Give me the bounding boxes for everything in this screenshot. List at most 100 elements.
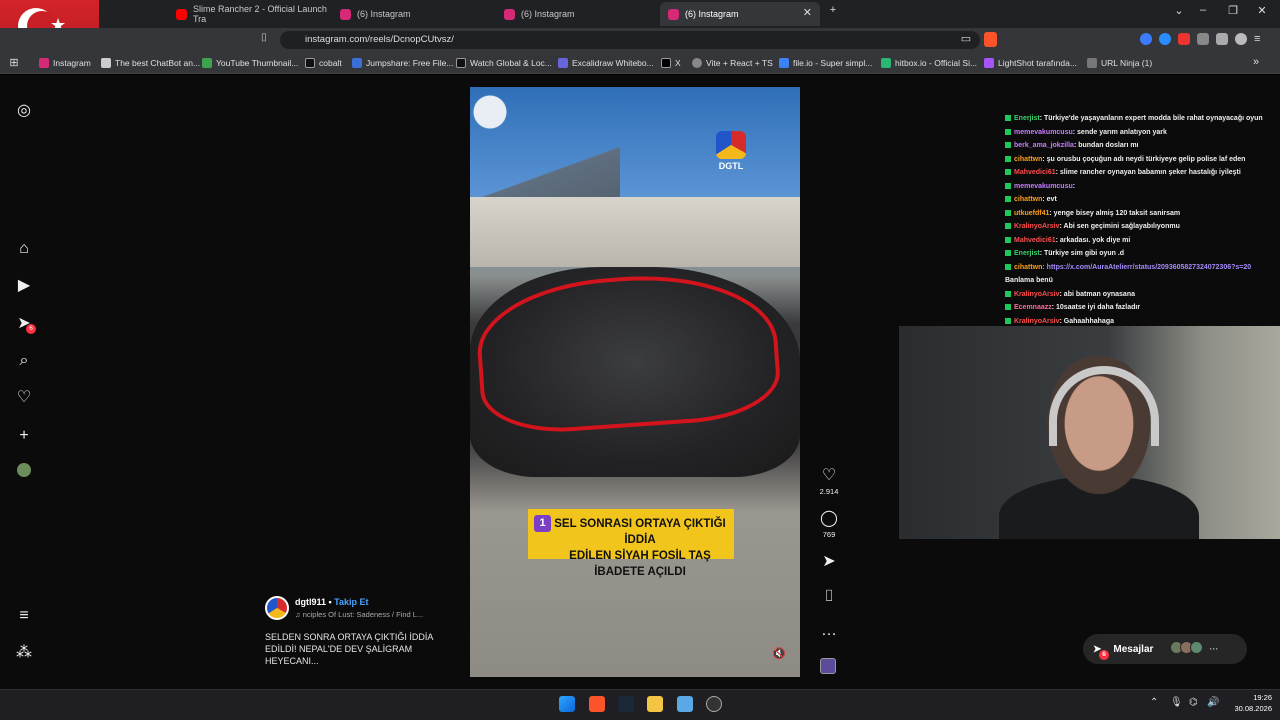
bookmark-lightshot[interactable]: LightShot tarafında... — [984, 55, 1077, 71]
new-tab-button[interactable]: + — [823, 4, 843, 16]
url-field[interactable]: instagram.com/reels/DcnopCUtvsz/ — [280, 31, 980, 49]
chat-badge-icon — [1005, 263, 1011, 270]
chat-message: memevakumcusu: — [1000, 180, 1280, 194]
minimize-button[interactable]: – — [1193, 4, 1213, 16]
tab-instagram-active[interactable]: (6) Instagram ✕ — [660, 2, 820, 26]
apps-grid-icon[interactable]: ⊞ — [4, 56, 24, 69]
direct-messages-icon[interactable]: ➤ 6 — [14, 314, 36, 334]
tab-instagram-1[interactable]: (6) Instagram — [332, 2, 492, 26]
home-icon[interactable]: ⌂ — [14, 239, 34, 259]
tab-instagram-2[interactable]: (6) Instagram — [496, 2, 656, 26]
more-menu-icon[interactable]: ≡ — [14, 606, 34, 626]
also-from-meta-icon[interactable]: ⁂ — [14, 643, 34, 663]
music-info[interactable]: ♫ nciples Of Lust: Sadeness / Find L... — [295, 610, 430, 619]
chatbot-icon — [101, 58, 111, 68]
ellipsis-icon: ··· — [1209, 644, 1219, 654]
bookmark-icon[interactable]: ⌷ — [254, 32, 274, 45]
dgtl-logo: DGTL — [714, 131, 748, 175]
author-username[interactable]: dgtl911 — [295, 597, 326, 607]
chevron-down-icon[interactable]: ⌄ — [1169, 4, 1189, 17]
maximize-button[interactable]: ❐ — [1223, 4, 1243, 17]
save-button[interactable]: ⌷ — [816, 588, 842, 606]
microphone-icon[interactable]: 🎙 — [1170, 697, 1183, 708]
chat-message: Enerjist: Türkiye sim gibi oyun .d — [1000, 247, 1280, 261]
chat-badge-icon — [1005, 250, 1011, 257]
tab-slime-rancher[interactable]: Slime Rancher 2 - Official Launch Tra — [168, 2, 328, 26]
more-options-button[interactable]: … — [816, 622, 842, 640]
bookmark-x[interactable]: X — [661, 55, 681, 71]
comment-button[interactable]: ◯ 769 — [816, 510, 842, 539]
extensions-bar: ≡ — [1140, 33, 1270, 47]
steam-icon[interactable] — [618, 696, 634, 712]
author-avatar[interactable] — [265, 596, 289, 620]
chat-username: memevakumcusu — [1014, 182, 1073, 190]
chat-badge-icon — [1005, 169, 1011, 176]
mute-icon[interactable]: 🔇 — [772, 647, 788, 663]
instagram-logo-icon[interactable]: ◎ — [14, 101, 34, 121]
tab-label: Slime Rancher 2 - Official Launch Tra — [193, 4, 327, 24]
create-icon[interactable]: + — [14, 426, 34, 446]
bookmark-watch-global[interactable]: Watch Global & Loc... — [456, 55, 552, 71]
heart-icon[interactable]: ♡ — [14, 388, 34, 408]
obs-icon[interactable] — [706, 696, 722, 712]
menu-icon[interactable]: ≡ — [1254, 33, 1266, 45]
bookmark-jumpshare[interactable]: Jumpshare: Free File... — [352, 55, 453, 71]
brave-browser-icon[interactable] — [589, 696, 605, 712]
volume-icon[interactable]: 🔊 — [1207, 697, 1219, 708]
follow-button[interactable]: Takip Et — [334, 597, 368, 607]
windows-start-icon[interactable] — [559, 696, 575, 712]
extension-icon[interactable] — [1159, 33, 1171, 45]
music-title: nciples Of Lust: Sadeness / Find L... — [302, 610, 424, 619]
bookmark-vite[interactable]: Vite + React + TS — [692, 55, 773, 71]
close-window-button[interactable]: ✕ — [1252, 4, 1272, 17]
caption-line-1: SEL SONRASI ORTAYA ÇIKTIĞI İDDİA — [554, 518, 726, 546]
extension-icon[interactable] — [1178, 33, 1190, 45]
bookmark-cobalt[interactable]: cobalt — [305, 55, 342, 71]
chat-message: Banlama benü — [1000, 274, 1280, 288]
dgtl-logo-text: DGTL — [718, 161, 744, 171]
reels-icon[interactable]: ▶ — [14, 276, 34, 296]
like-count: 2.914 — [819, 487, 839, 496]
brave-shield-icon[interactable] — [984, 32, 997, 47]
bookmark-excalidraw[interactable]: Excalidraw Whitebo... — [558, 55, 654, 71]
author-line: dgtl911 • Takip Et — [295, 597, 369, 607]
tray-chevron-icon[interactable]: ⌃ — [1150, 697, 1158, 708]
bookmark-chatbot[interactable]: The best ChatBot an... — [101, 55, 200, 71]
extension-icon[interactable] — [1140, 33, 1152, 45]
close-icon[interactable]: ✕ — [803, 6, 812, 19]
audio-thumbnail[interactable] — [820, 658, 836, 674]
building-image — [470, 197, 800, 267]
bookmark-label: cobalt — [319, 58, 342, 68]
bookmark-youtube-thumbnail[interactable]: YouTube Thumbnail... — [202, 55, 298, 71]
file-explorer-icon[interactable] — [647, 696, 663, 712]
chat-message: cihattwn: evt — [1000, 193, 1280, 207]
shield-icon[interactable] — [1235, 33, 1247, 45]
profile-avatar[interactable] — [14, 463, 34, 483]
app-icon[interactable] — [677, 696, 693, 712]
windows-taskbar — [0, 689, 1280, 720]
chat-username: memevakumcusu — [1014, 128, 1073, 136]
like-button[interactable]: ♡ 2.914 — [816, 467, 842, 496]
chat-badge-icon — [1005, 182, 1011, 189]
chat-text: Banlama benü — [1005, 277, 1053, 284]
reel-video[interactable]: DGTL 1 SEL SONRASI ORTAYA ÇIKTIĞI İDDİA … — [470, 87, 800, 677]
comment-count: 769 — [822, 530, 836, 539]
puzzle-icon[interactable] — [1197, 33, 1209, 45]
messages-button[interactable]: ➤ 6 Mesajlar ··· — [1083, 634, 1247, 664]
search-icon[interactable]: ⌕ — [14, 351, 34, 371]
chat-username: cihattwn — [1014, 155, 1043, 163]
bookmark-hitbox[interactable]: hitbox.io - Official Si... — [881, 55, 977, 71]
chat-username: cihattwn — [1014, 196, 1043, 203]
share-button[interactable]: ➤ — [816, 553, 842, 571]
bookmark-url-ninja[interactable]: URL Ninja (1) — [1087, 55, 1152, 71]
bookmark-instagram[interactable]: Instagram — [39, 55, 91, 71]
system-clock[interactable]: 19:26 30.08.2026 — [1228, 692, 1272, 714]
cast-icon[interactable]: ▭ — [956, 32, 976, 45]
network-icon[interactable]: ⌬ — [1189, 697, 1198, 708]
more-bookmarks-icon[interactable]: » — [1246, 56, 1266, 68]
url-text: instagram.com/reels/DcnopCUtvsz/ — [305, 34, 454, 45]
extension-icon[interactable] — [1216, 33, 1228, 45]
bookmark-fileio[interactable]: file.io - Super simpl... — [779, 55, 872, 71]
chat-message: Ecemnaazz: 10saatse iyi daha fazladır — [1000, 301, 1280, 315]
bookmark-label: file.io - Super simpl... — [793, 58, 873, 68]
